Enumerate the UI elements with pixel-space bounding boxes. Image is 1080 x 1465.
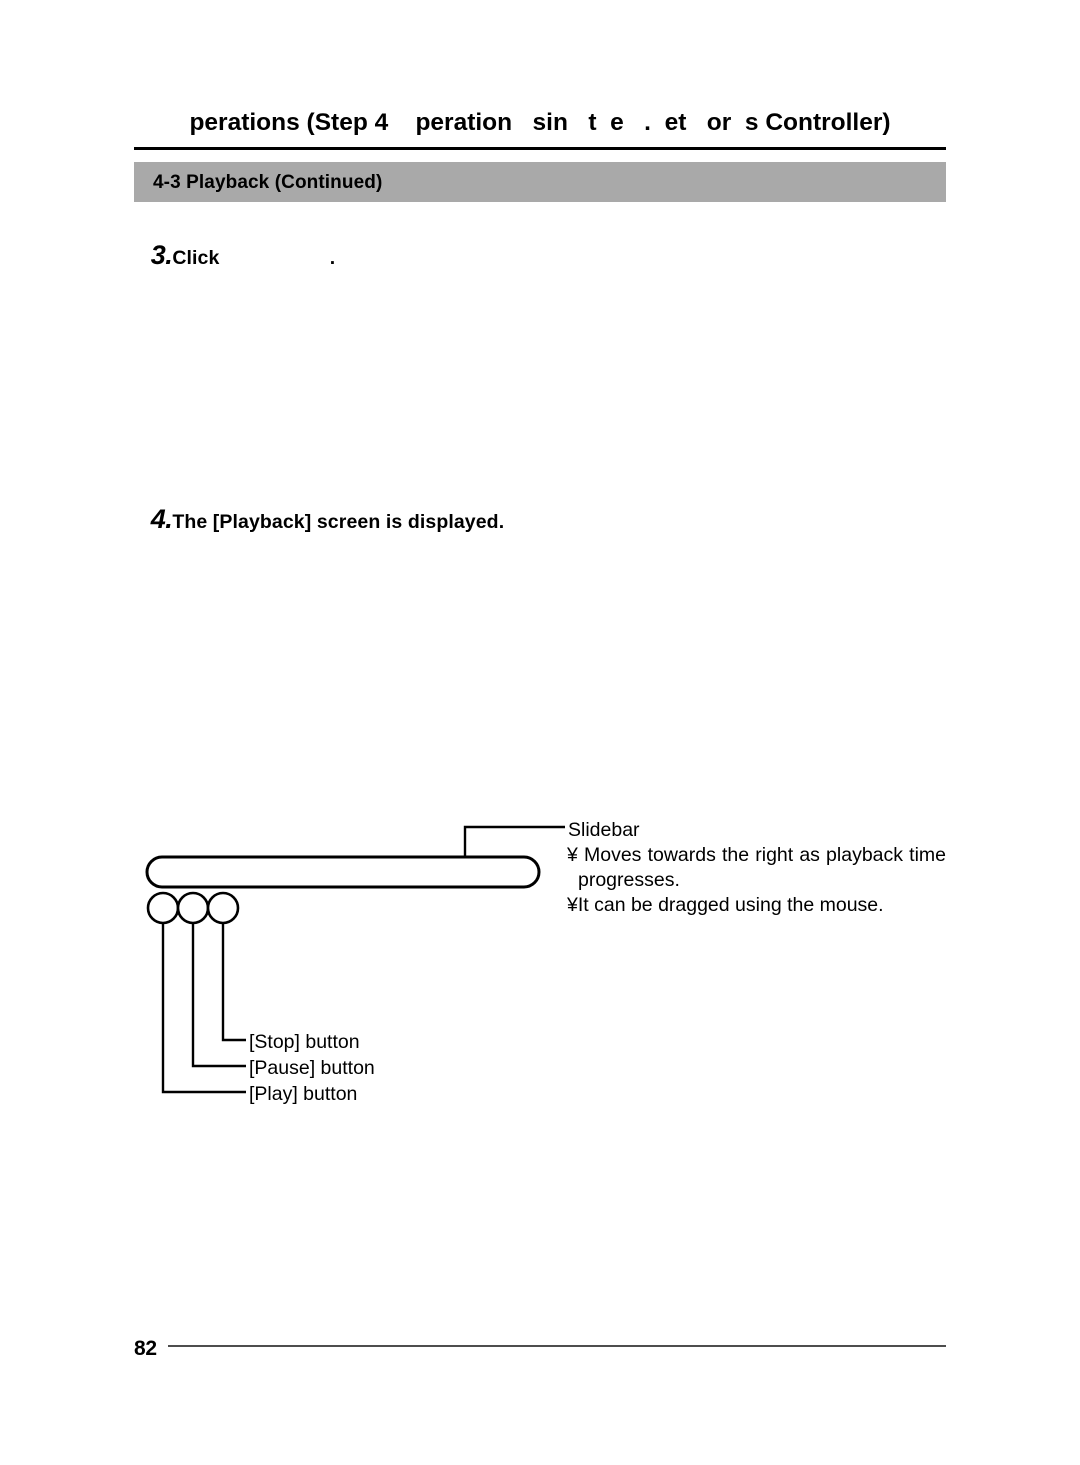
callout-label-pause-button: [Pause] button (249, 1057, 375, 1079)
slidebar-note-line-2: progresses. (578, 869, 680, 891)
page-number: 82 (134, 1337, 157, 1360)
slidebar-track[interactable] (145, 855, 541, 889)
callout-label-stop-button: [Stop] button (249, 1031, 360, 1053)
header-divider-rule (134, 147, 946, 150)
step-4-number: 4. (150, 504, 173, 534)
step-4: 4.The [Playback] screen is displayed. (133, 486, 504, 553)
step-4-text: The [Playback] screen is displayed. (172, 511, 505, 533)
slidebar-leader-line (463, 825, 565, 866)
slidebar-note-line-3: ¥It can be dragged using the mouse. (567, 894, 884, 916)
pause-button-shape[interactable] (176, 891, 210, 925)
step-3-text: Click . (172, 247, 336, 269)
callout-label-slidebar: Slidebar (568, 819, 640, 841)
play-button-leader-line (161, 923, 246, 1094)
section-band-label: 4-3 Playback (Continued) (153, 172, 383, 193)
slidebar-note-line-1: ¥ Moves towards the right as playback ti… (567, 844, 946, 866)
running-header: perations (Step 4 peration sin t e . et … (189, 109, 891, 136)
slidebar-notes: ¥ Moves towards the right as playback ti… (567, 843, 946, 918)
footer-divider-rule (168, 1345, 946, 1347)
stop-button-leader-line (221, 923, 246, 1042)
stop-button-shape[interactable] (206, 891, 240, 925)
page-canvas: perations (Step 4 peration sin t e . et … (0, 0, 1080, 1465)
play-button-shape[interactable] (146, 891, 180, 925)
playback-screen-figure (0, 0, 1080, 1465)
callout-label-play-button: [Play] button (249, 1083, 358, 1105)
step-3: 3.Click . (133, 222, 335, 289)
section-band: 4-3 Playback (Continued) (134, 162, 946, 202)
pause-button-leader-line (191, 923, 246, 1068)
step-3-number: 3. (150, 240, 173, 270)
figure-line-art (145, 825, 565, 1094)
